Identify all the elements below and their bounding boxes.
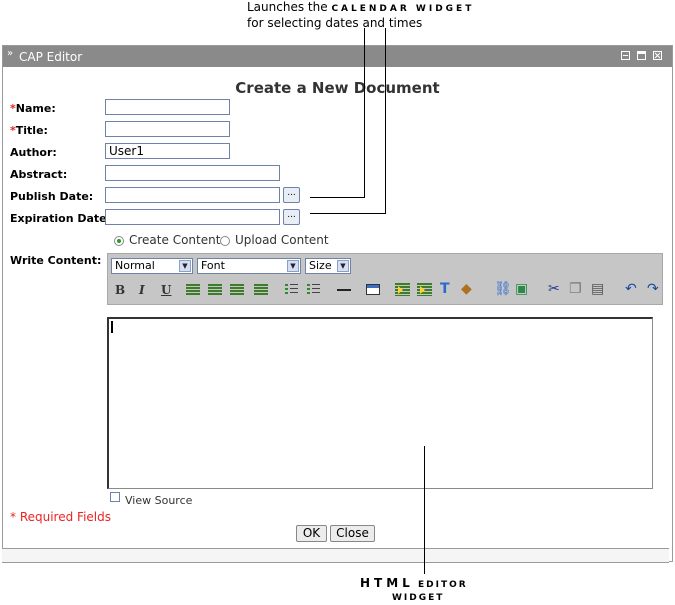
view-source-checkbox[interactable] [110,492,120,502]
author-label: Author: [10,146,57,159]
status-bar [2,548,669,563]
ok-button[interactable]: OK [296,525,327,542]
align-justify-icon[interactable] [254,284,268,295]
text-caret [111,321,113,333]
calendar-widget-callout: Launches the CALENDAR WIDGET for selecti… [247,0,507,30]
fill-color-icon[interactable]: ◆ [461,281,472,297]
paste-icon[interactable]: ▤ [591,281,604,297]
callout-word-editor: EDITOR [418,580,468,590]
create-content-label[interactable]: Create Content [129,233,220,247]
minimize-icon[interactable] [621,51,630,60]
format-select[interactable]: Normal ▼ [111,258,193,274]
insert-table-icon[interactable] [366,284,380,295]
copy-icon[interactable]: ❐ [569,281,582,297]
bold-button[interactable]: B [115,282,125,298]
name-input[interactable] [105,99,230,115]
indent-icon[interactable] [395,283,410,296]
write-content-label: Write Content: [10,254,102,267]
link-icon[interactable]: ⛓ [494,281,512,297]
abstract-input[interactable] [105,165,280,181]
align-center-icon[interactable] [208,284,222,295]
callout-prefix: Launches the [247,0,328,14]
abstract-label: Abstract: [10,168,68,181]
callout-leader-line [310,213,386,214]
close-icon[interactable] [653,51,662,60]
chevron-down-icon: ▼ [287,260,299,272]
maximize-icon[interactable] [637,51,646,60]
name-label: *Name: [10,102,56,115]
numbered-list-icon[interactable] [285,283,298,296]
create-content-radio[interactable] [114,236,124,246]
expiration-date-calendar-button[interactable]: ... [283,209,300,225]
close-button[interactable]: Close [330,525,375,542]
cap-editor-window: » CAP Editor Create a New Document *Name… [2,45,673,562]
expiration-date-label: Expiration Date: [10,212,112,225]
align-right-icon[interactable] [230,284,244,295]
callout-leader-line [310,197,365,198]
chevron-down-icon: ▼ [179,260,191,272]
publish-date-calendar-button[interactable]: ... [283,187,300,203]
callout-emphasis: CALENDAR WIDGET [331,4,475,14]
underline-button[interactable]: U [161,282,171,298]
page-title: Create a New Document [235,79,440,97]
image-icon[interactable]: ▣ [515,281,528,297]
author-input[interactable]: User1 [105,143,230,159]
collapse-arrow-icon[interactable]: » [7,48,13,59]
publish-date-label: Publish Date: [10,190,94,203]
size-select[interactable]: Size ▼ [305,258,351,274]
bullet-list-icon[interactable] [307,283,320,296]
callout-word-html: HTML [360,576,414,590]
required-fields-note: * Required Fields [10,510,111,524]
html-editor-area[interactable] [107,317,653,489]
callout-line2: for selecting dates and times [247,16,423,30]
undo-icon[interactable]: ↶ [625,281,637,297]
horizontal-rule-icon[interactable] [337,289,351,291]
publish-date-input[interactable] [105,187,280,203]
title-label: *Title: [10,124,48,137]
redo-icon[interactable]: ↷ [647,281,659,297]
title-input[interactable] [105,121,230,137]
upload-content-label[interactable]: Upload Content [235,233,329,247]
callout-leader-line [364,28,365,198]
callout-leader-line [424,446,425,574]
callout-leader-line [385,28,386,214]
chevron-down-icon: ▼ [337,260,349,272]
window-title: CAP Editor [19,50,83,64]
html-editor-toolbar: Normal ▼ Font ▼ Size ▼ B I U T ◆ ⛓ ▣ ✂ ❐ ▤ … [107,253,663,305]
font-select[interactable]: Font ▼ [197,258,301,274]
cut-icon[interactable]: ✂ [548,281,560,297]
italic-button[interactable]: I [139,282,145,298]
upload-content-radio[interactable] [220,236,230,246]
outdent-icon[interactable] [417,283,432,296]
align-left-icon[interactable] [186,284,200,295]
expiration-date-input[interactable] [105,209,280,225]
text-color-icon[interactable]: T [440,281,450,297]
window-titlebar: » CAP Editor [3,46,672,67]
view-source-label[interactable]: View Source [125,494,192,507]
callout-word-widget: WIDGET [392,593,445,603]
html-editor-callout: HTML EDITOR WIDGET [360,577,490,605]
